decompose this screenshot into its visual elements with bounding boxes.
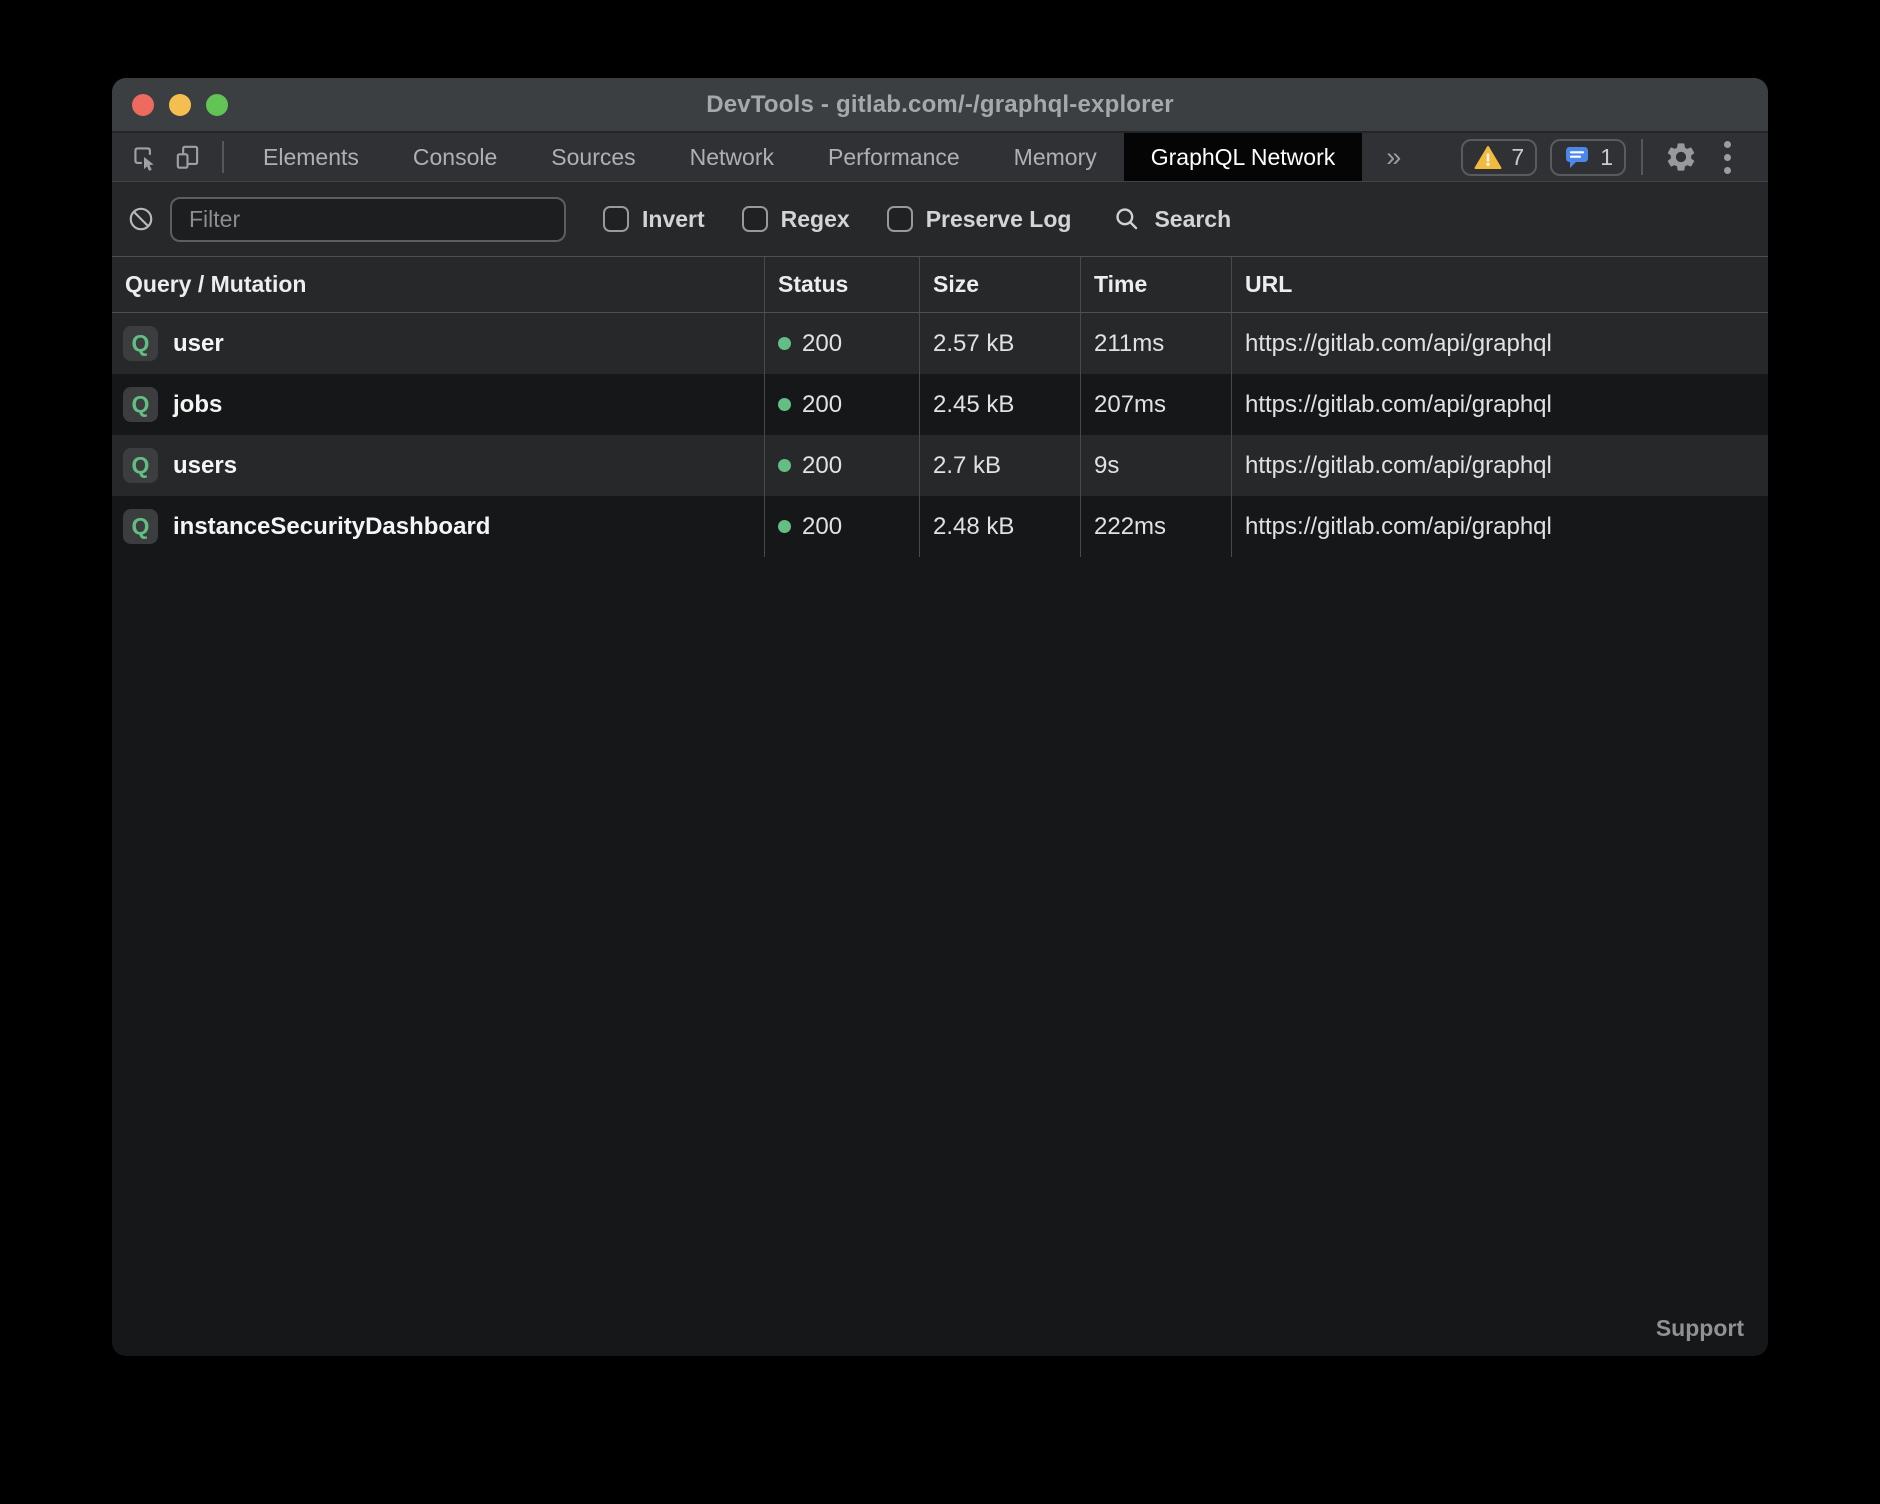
regex-checkbox[interactable] (742, 206, 768, 232)
query-type-badge: Q (123, 448, 158, 483)
device-toolbar-button[interactable] (166, 133, 210, 181)
status-ok-dot (778, 520, 791, 533)
column-header-time[interactable]: Time (1081, 257, 1232, 312)
tabbar-right-controls: 7 1 (1448, 133, 1768, 181)
invert-checkbox-group: Invert (603, 206, 705, 233)
query-type-badge: Q (123, 509, 158, 544)
column-header-url[interactable]: URL (1232, 257, 1768, 312)
gear-icon (1664, 140, 1698, 174)
time-value: 211ms (1081, 313, 1232, 374)
titlebar: DevTools - gitlab.com/-/graphql-explorer (112, 78, 1768, 133)
tabbar-divider (222, 141, 224, 173)
size-value: 2.48 kB (920, 496, 1081, 557)
tab-network[interactable]: Network (663, 133, 801, 181)
traffic-lights (132, 78, 228, 131)
invert-checkbox[interactable] (603, 206, 629, 232)
warning-triangle-icon (1474, 145, 1502, 170)
table-header-row: Query / Mutation Status Size Time URL (112, 257, 1768, 313)
regex-checkbox-group: Regex (742, 206, 850, 233)
table-row[interactable]: Q jobs 200 2.45 kB 207ms https://gitlab.… (112, 374, 1768, 435)
status-ok-dot (778, 459, 791, 472)
device-toolbar-icon (173, 142, 203, 172)
requests-table: Query / Mutation Status Size Time URL Q … (112, 257, 1768, 557)
time-value: 207ms (1081, 374, 1232, 435)
status-code: 200 (802, 513, 842, 541)
close-window-button[interactable] (132, 94, 154, 116)
more-options-button[interactable] (1704, 134, 1750, 180)
query-name: user (173, 330, 224, 358)
size-value: 2.57 kB (920, 313, 1081, 374)
preserve-log-checkbox[interactable] (887, 206, 913, 232)
url-value: https://gitlab.com/api/graphql (1232, 374, 1768, 435)
settings-button[interactable] (1658, 134, 1704, 180)
column-header-size[interactable]: Size (920, 257, 1081, 312)
query-type-badge: Q (123, 326, 158, 361)
status-ok-dot (778, 398, 791, 411)
tab-sources[interactable]: Sources (524, 133, 662, 181)
minimize-window-button[interactable] (169, 94, 191, 116)
panel-body: Support (112, 557, 1768, 1356)
support-link[interactable]: Support (1656, 1315, 1744, 1342)
devtools-tabbar: Elements Console Sources Network Perform… (112, 133, 1768, 182)
tab-elements[interactable]: Elements (236, 133, 386, 181)
size-value: 2.45 kB (920, 374, 1081, 435)
message-bubble-icon (1563, 144, 1591, 170)
tab-graphql-network[interactable]: GraphQL Network (1124, 133, 1363, 181)
query-name: instanceSecurityDashboard (173, 513, 490, 541)
url-value: https://gitlab.com/api/graphql (1232, 496, 1768, 557)
preserve-log-label: Preserve Log (926, 206, 1072, 233)
tab-performance[interactable]: Performance (801, 133, 987, 181)
query-type-badge: Q (123, 387, 158, 422)
tab-console[interactable]: Console (386, 133, 524, 181)
column-header-query[interactable]: Query / Mutation (112, 257, 765, 312)
search-label: Search (1154, 206, 1231, 233)
filter-toolbar: Invert Regex Preserve Log Search (112, 182, 1768, 257)
status-ok-dot (778, 337, 791, 350)
search-button[interactable]: Search (1113, 205, 1231, 233)
messages-badge[interactable]: 1 (1550, 139, 1626, 176)
table-row[interactable]: Q user 200 2.57 kB 211ms https://gitlab.… (112, 313, 1768, 374)
filter-input[interactable] (170, 197, 566, 242)
table-row[interactable]: Q instanceSecurityDashboard 200 2.48 kB … (112, 496, 1768, 557)
query-name: jobs (173, 391, 222, 419)
kebab-menu-icon (1724, 141, 1731, 174)
status-code: 200 (802, 391, 842, 419)
time-value: 222ms (1081, 496, 1232, 557)
table-row[interactable]: Q users 200 2.7 kB 9s https://gitlab.com… (112, 435, 1768, 496)
tab-memory[interactable]: Memory (987, 133, 1124, 181)
url-value: https://gitlab.com/api/graphql (1232, 435, 1768, 496)
query-name: users (173, 452, 237, 480)
block-circle-icon (127, 205, 155, 233)
column-header-status[interactable]: Status (765, 257, 920, 312)
regex-label: Regex (781, 206, 850, 233)
messages-count: 1 (1600, 144, 1613, 171)
status-code: 200 (802, 452, 842, 480)
controls-divider (1641, 139, 1643, 175)
search-icon (1113, 205, 1141, 233)
zoom-window-button[interactable] (206, 94, 228, 116)
size-value: 2.7 kB (920, 435, 1081, 496)
window-title: DevTools - gitlab.com/-/graphql-explorer (706, 91, 1174, 119)
inspect-cursor-icon (129, 142, 159, 172)
invert-label: Invert (642, 206, 705, 233)
preserve-log-checkbox-group: Preserve Log (887, 206, 1072, 233)
warnings-badge[interactable]: 7 (1461, 139, 1537, 176)
more-tabs-button[interactable]: » (1362, 133, 1425, 181)
warnings-count: 7 (1511, 144, 1524, 171)
clear-requests-button[interactable] (127, 205, 155, 233)
devtools-window: DevTools - gitlab.com/-/graphql-explorer… (112, 78, 1768, 1356)
time-value: 9s (1081, 435, 1232, 496)
inspect-element-button[interactable] (122, 133, 166, 181)
url-value: https://gitlab.com/api/graphql (1232, 313, 1768, 374)
status-code: 200 (802, 330, 842, 358)
